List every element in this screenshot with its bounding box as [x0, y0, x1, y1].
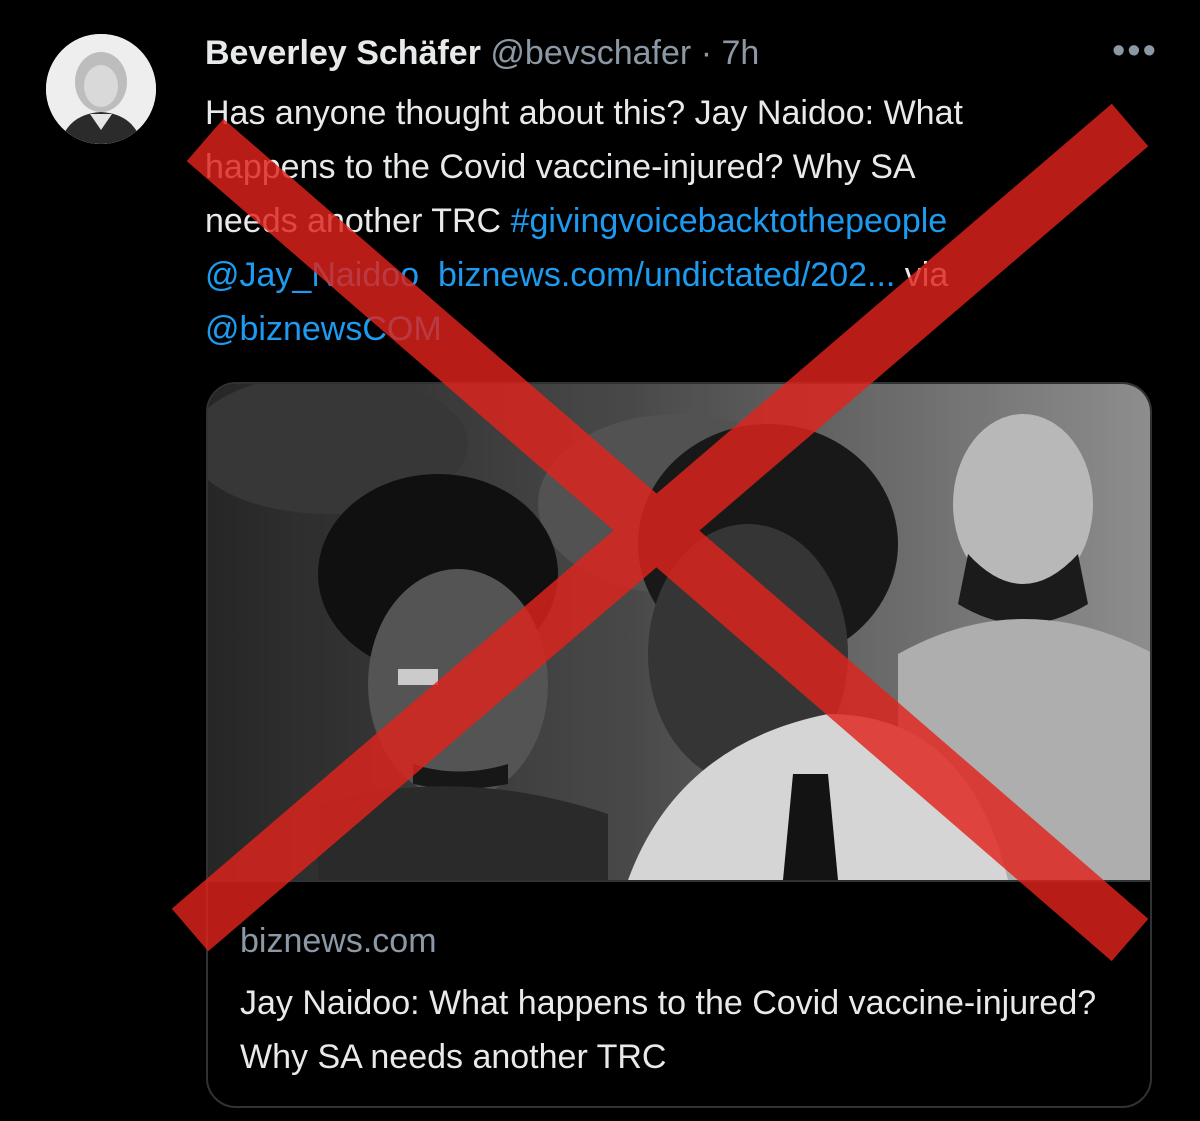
timestamp[interactable]: 7h — [721, 34, 759, 72]
author-name[interactable]: Beverley Schäfer — [205, 34, 481, 72]
tweet-text-line: @Jay_Naidoo biznews.com/undictated/202..… — [205, 248, 1165, 302]
card-image — [208, 384, 1150, 880]
hashtag-link[interactable]: #givingvoicebacktothepeople — [511, 202, 948, 240]
tweet-text-line: needs another TRC #givingvoicebacktothep… — [205, 194, 1165, 248]
tweet-text-line: happens to the Covid vaccine-injured? Wh… — [205, 148, 916, 186]
more-options-icon[interactable]: ••• — [1112, 30, 1158, 73]
mention-link[interactable]: @biznewsCOM — [205, 310, 442, 348]
tweet-text-segment: needs another TRC — [205, 202, 511, 240]
tweet-text-line: Has anyone thought about this? Jay Naido… — [205, 94, 963, 132]
card-domain: biznews.com — [240, 922, 437, 960]
card-divider — [208, 880, 1150, 882]
tweet-header: Beverley Schäfer @bevschafer · 7h — [205, 30, 759, 76]
tweet-text-line: @biznewsCOM — [205, 302, 1165, 356]
separator-dot: · — [700, 34, 713, 72]
tweet-text: Has anyone thought about this? Jay Naido… — [205, 86, 1165, 356]
article-url-link[interactable]: biznews.com/undictated/202... — [438, 256, 895, 294]
profile-photo — [46, 34, 156, 144]
via-text: via — [895, 256, 949, 294]
avatar[interactable] — [46, 34, 156, 144]
mention-link[interactable]: @Jay_Naidoo — [205, 256, 419, 294]
card-title[interactable]: Jay Naidoo: What happens to the Covid va… — [240, 976, 1120, 1084]
author-handle[interactable]: @bevschafer — [490, 34, 691, 72]
link-preview-card[interactable]: biznews.com Jay Naidoo: What happens to … — [206, 382, 1152, 1108]
